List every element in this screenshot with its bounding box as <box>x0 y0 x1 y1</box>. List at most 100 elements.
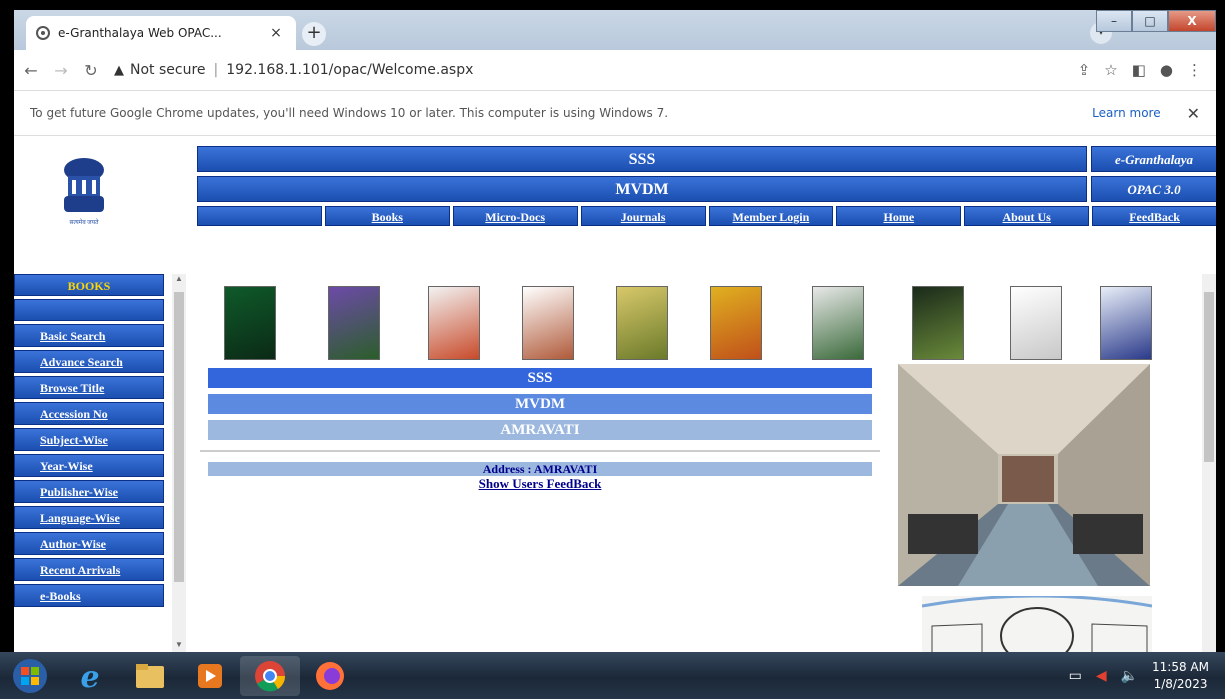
browser-tab[interactable]: e-Granthalaya Web OPAC... × <box>26 16 296 50</box>
volume-icon[interactable]: 🔈 <box>1121 668 1138 684</box>
sidebar-heading: BOOKS <box>14 274 164 296</box>
warning-icon: ▲ <box>114 62 124 78</box>
opac-page: सत्यमेव जयते SSS e-Granthalaya MVDM OPAC… <box>14 136 1216 652</box>
content-bar-sss: SSS <box>208 368 872 388</box>
clock-date: 1/8/2023 <box>1153 676 1208 691</box>
sidebar-item-publisher-wise[interactable]: Publisher-Wise <box>14 480 164 503</box>
sidebar: BOOKS Basic Search Advance Search Browse… <box>14 274 164 610</box>
page-scrollbar[interactable] <box>1202 274 1216 652</box>
back-arrow-icon[interactable]: ← <box>18 61 44 80</box>
update-infobar: To get future Google Chrome updates, you… <box>14 90 1216 136</box>
tab-close-button[interactable]: × <box>266 25 286 41</box>
media-player-icon[interactable] <box>180 656 240 696</box>
sidebar-item-e-books[interactable]: e-Books <box>14 584 164 607</box>
clock[interactable]: 11:58 AM 1/8/2023 <box>1152 659 1209 693</box>
nav-home[interactable]: Home <box>836 206 962 226</box>
flag-icon[interactable]: ◀ <box>1096 668 1107 684</box>
content-bar-mvdm: MVDM <box>208 394 872 414</box>
book-cover[interactable] <box>328 286 380 360</box>
address-text: Address : AMRAVATI <box>208 462 872 476</box>
chrome-icon[interactable] <box>240 655 300 696</box>
tab-title: e-Granthalaya Web OPAC... <box>58 26 222 40</box>
brand-label: e-Granthalaya <box>1091 146 1216 172</box>
library-photo <box>898 364 1150 586</box>
svg-text:e: e <box>80 660 99 693</box>
close-window-button[interactable]: X <box>1168 10 1216 32</box>
scroll-thumb[interactable] <box>174 292 184 582</box>
sidebar-item-advance-search[interactable]: Advance Search <box>14 350 164 373</box>
book-cover[interactable] <box>1010 286 1062 360</box>
book-cover[interactable] <box>428 286 480 360</box>
book-cover[interactable] <box>710 286 762 360</box>
sidebar-item-language-wise[interactable]: Language-Wise <box>14 506 164 529</box>
book-cover[interactable] <box>812 286 864 360</box>
bookmark-star-icon[interactable]: ☆ <box>1104 61 1117 79</box>
nav-member-login[interactable]: Member Login <box>708 206 834 226</box>
book-cover[interactable] <box>912 286 964 360</box>
share-icon[interactable]: ⇪ <box>1078 61 1091 79</box>
address-bar[interactable]: ▲ Not secure | 192.168.1.101/opac/Welcom… <box>114 55 1078 85</box>
system-tray: ▭ ◀ 🔈 11:58 AM 1/8/2023 <box>1069 652 1225 699</box>
network-icon[interactable]: ▭ <box>1069 668 1082 684</box>
nav-micro-docs[interactable]: Micro-Docs <box>452 206 578 226</box>
book-covers <box>220 286 1152 362</box>
book-cover[interactable] <box>616 286 668 360</box>
url-text: 192.168.1.101/opac/Welcome.aspx <box>226 62 474 78</box>
nav-about-us[interactable]: About Us <box>964 206 1090 226</box>
forward-arrow-icon[interactable]: → <box>48 61 74 80</box>
nav-feedback[interactable]: FeedBack <box>1092 206 1216 226</box>
separator: | <box>213 62 219 78</box>
security-label: Not secure <box>130 62 206 78</box>
nav-journals[interactable]: Journals <box>580 206 706 226</box>
sidebar-item-accession-no[interactable]: Accession No <box>14 402 164 425</box>
nav-spacer <box>197 206 322 226</box>
clock-time: 11:58 AM <box>1152 659 1209 674</box>
book-cover[interactable] <box>1100 286 1152 360</box>
divider <box>200 450 880 452</box>
sidebar-item-browse-title[interactable]: Browse Title <box>14 376 164 399</box>
reload-icon[interactable]: ↻ <box>78 61 104 80</box>
globe-icon <box>36 26 50 40</box>
browser-window: e-Granthalaya Web OPAC... × + ▾ – □ X ← … <box>14 10 1216 652</box>
sidebar-item-author-wise[interactable]: Author-Wise <box>14 532 164 555</box>
infobar-message: To get future Google Chrome updates, you… <box>30 106 669 120</box>
book-cover[interactable] <box>522 286 574 360</box>
sidebar-scrollbar[interactable]: ▲ ▼ <box>172 274 186 652</box>
scroll-down-icon[interactable]: ▼ <box>172 640 186 652</box>
sidebar-item-year-wise[interactable]: Year-Wise <box>14 454 164 477</box>
browser-toolbar: ← → ↻ ▲ Not secure | 192.168.1.101/opac/… <box>14 50 1216 90</box>
sidebar-item-recent-arrivals[interactable]: Recent Arrivals <box>14 558 164 581</box>
sidebar-item-subject-wise[interactable]: Subject-Wise <box>14 428 164 451</box>
sidebar-item-basic-search[interactable]: Basic Search <box>14 324 164 347</box>
profile-icon[interactable]: ● <box>1160 61 1173 79</box>
nav-books[interactable]: Books <box>324 206 450 226</box>
new-tab-button[interactable]: + <box>302 22 326 46</box>
firefox-icon[interactable] <box>300 656 360 696</box>
window-controls: – □ X <box>1096 10 1216 32</box>
header-line2: MVDM <box>197 176 1087 202</box>
sidepanel-icon[interactable]: ◧ <box>1132 61 1146 79</box>
windows-taskbar: e ▭ ◀ 🔈 11:58 AM 1/8/2023 <box>0 652 1225 699</box>
infobar-close-icon[interactable]: ✕ <box>1187 104 1200 123</box>
start-button[interactable] <box>0 656 60 696</box>
file-explorer-icon[interactable] <box>120 656 180 696</box>
screen: e-Granthalaya Web OPAC... × + ▾ – □ X ← … <box>0 0 1225 699</box>
book-cover[interactable] <box>224 286 276 360</box>
emblem-logo: सत्यमेव जयते <box>64 158 104 226</box>
menu-icon[interactable]: ⋮ <box>1187 61 1202 79</box>
maximize-button[interactable]: □ <box>1132 10 1168 32</box>
portrait-sketch <box>922 596 1152 652</box>
header-line1: SSS <box>197 146 1087 172</box>
windows-logo-icon <box>13 658 47 693</box>
minimize-button[interactable]: – <box>1096 10 1132 32</box>
version-label: OPAC 3.0 <box>1091 176 1216 202</box>
content-bar-amravati: AMRAVATI <box>208 420 872 440</box>
tab-strip: e-Granthalaya Web OPAC... × + ▾ – □ X <box>14 10 1216 50</box>
svg-text:सत्यमेव जयते: सत्यमेव जयते <box>69 218 99 226</box>
sidebar-blank-row <box>14 299 164 321</box>
page-scroll-thumb[interactable] <box>1204 292 1214 462</box>
scroll-up-icon[interactable]: ▲ <box>172 274 186 288</box>
show-feedback-link[interactable]: Show Users FeedBack <box>208 476 872 492</box>
learn-more-link[interactable]: Learn more <box>1092 106 1160 120</box>
internet-explorer-icon[interactable]: e <box>60 656 120 696</box>
